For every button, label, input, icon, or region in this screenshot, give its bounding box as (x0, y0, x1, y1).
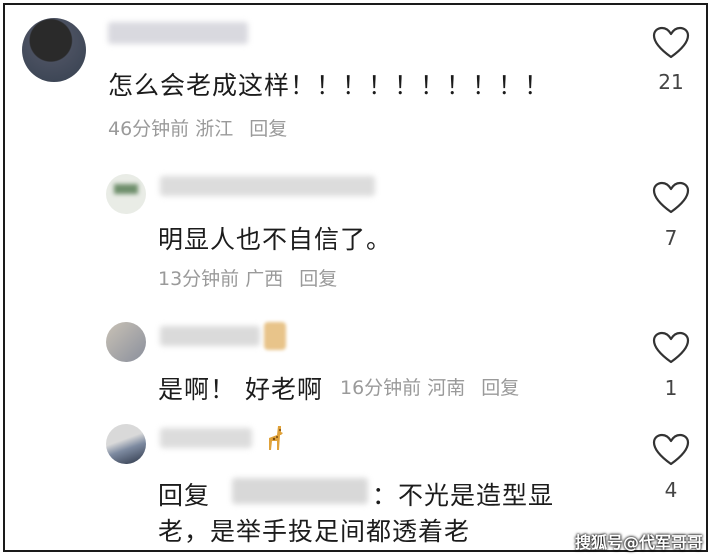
avatar[interactable] (22, 18, 86, 82)
giraffe-emoji (269, 426, 283, 450)
comment-meta: 46分钟前 浙江 回复 (108, 114, 287, 141)
avatar[interactable] (106, 322, 146, 362)
heart-outline-icon[interactable] (652, 433, 690, 467)
timestamp: 13分钟前 (158, 268, 240, 290)
location: 河南 (427, 377, 466, 399)
location: 广西 (245, 268, 284, 290)
comment-meta: 16分钟前 河南 回复 (340, 373, 519, 400)
like-count: 7 (664, 226, 678, 250)
username-blurred[interactable] (160, 176, 375, 196)
comment-text-line2: 老，是举手投足间都透着老 (158, 517, 471, 546)
heart-outline-icon[interactable] (652, 331, 690, 365)
location: 浙江 (195, 118, 234, 140)
reply-target-blurred[interactable] (232, 478, 368, 504)
username-blurred[interactable] (108, 22, 248, 44)
comment-text: 怎么会老成这样！！！！！！！！！！ (108, 71, 551, 100)
comment-text: 明显人也不自信了。 (158, 225, 393, 254)
like-count: 1 (664, 376, 678, 400)
reply-button[interactable]: 回复 (249, 118, 287, 140)
timestamp: 46分钟前 (108, 118, 190, 140)
avatar[interactable] (106, 174, 146, 214)
watermark: 搜狐号@代军哥哥 (574, 533, 703, 552)
comment-text: 是啊！ 好老啊 (158, 375, 323, 404)
reply-button[interactable]: 回复 (299, 268, 337, 290)
timestamp: 16分钟前 (340, 377, 422, 399)
emoji-blurred (264, 322, 286, 350)
reply-prefix: 回复 (158, 481, 211, 510)
reply-button[interactable]: 回复 (481, 377, 519, 399)
comment-meta: 13分钟前 广西 回复 (158, 264, 337, 291)
like-count: 4 (664, 478, 678, 502)
username-blurred[interactable] (160, 428, 252, 448)
heart-outline-icon[interactable] (652, 26, 690, 60)
comment-text: ：不光是造型显 (372, 481, 555, 510)
heart-outline-icon[interactable] (652, 181, 690, 215)
avatar[interactable] (106, 424, 146, 464)
like-count: 21 (658, 70, 684, 94)
username-blurred[interactable] (160, 326, 260, 346)
